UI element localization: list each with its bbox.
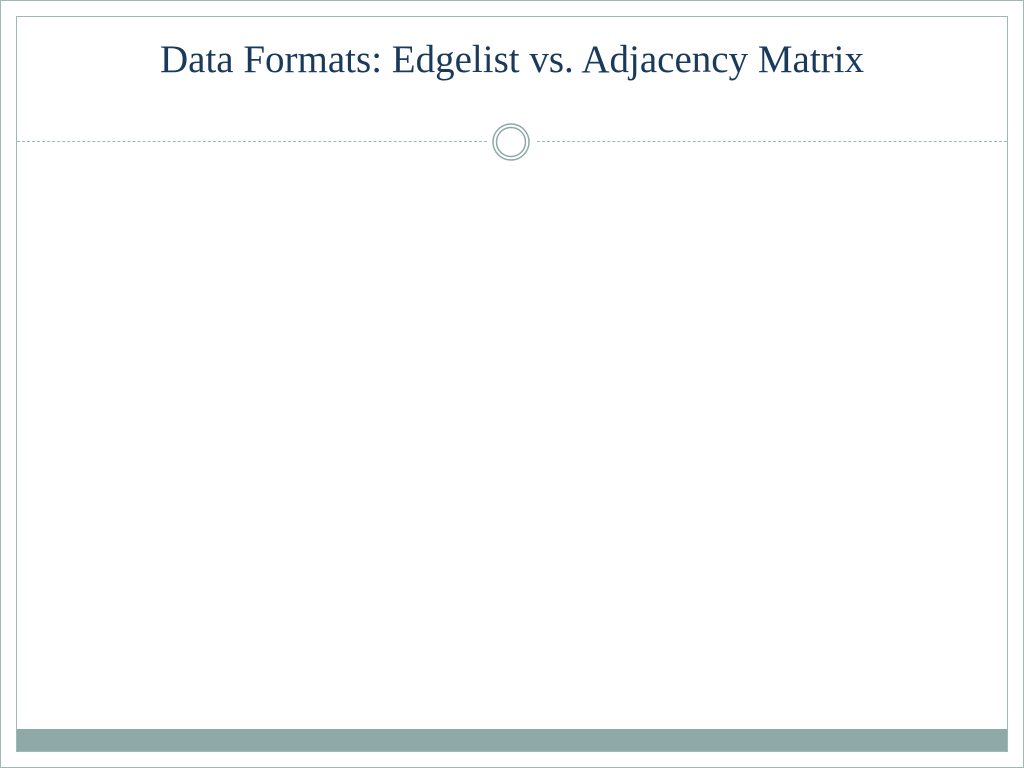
divider-line-left	[17, 141, 487, 142]
footer-accent-bar	[17, 729, 1007, 751]
slide: Data Formats: Edgelist vs. Adjacency Mat…	[0, 0, 1024, 768]
divider-line-right	[537, 141, 1007, 142]
title-divider	[17, 122, 1007, 162]
ring-ornament-icon	[491, 122, 531, 162]
slide-inner-frame: Data Formats: Edgelist vs. Adjacency Mat…	[16, 16, 1008, 752]
slide-title: Data Formats: Edgelist vs. Adjacency Mat…	[17, 37, 1007, 82]
